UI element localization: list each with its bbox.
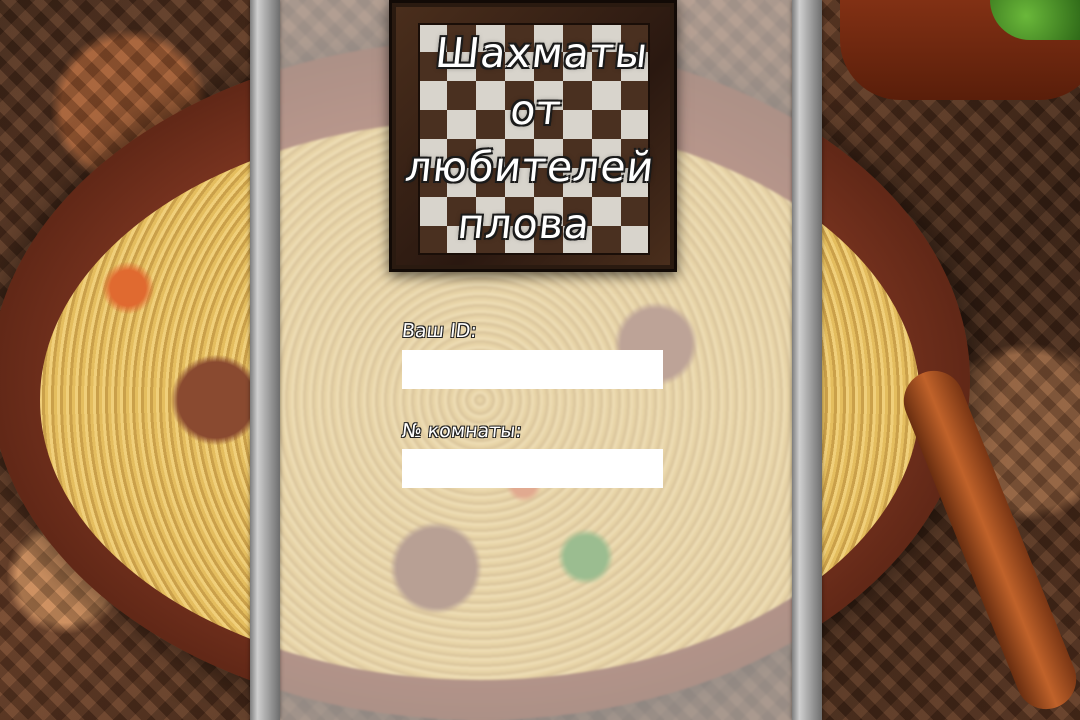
game-title-line-4: плова (455, 200, 593, 248)
game-title: Шахматы от любителей плова (384, 25, 682, 253)
room-number-label: № комнаты: (400, 420, 523, 442)
right-pillar (792, 0, 822, 720)
user-id-label: Ваш ID: (400, 320, 478, 342)
left-pillar (250, 0, 280, 720)
chessboard-logo: Шахматы от любителей плова (389, 0, 677, 272)
room-number-input[interactable] (402, 449, 663, 488)
game-title-line-2: от (508, 86, 565, 134)
game-title-line-1: Шахматы (433, 29, 651, 77)
game-title-line-3: любителей (403, 143, 658, 191)
user-id-input[interactable] (402, 350, 663, 389)
